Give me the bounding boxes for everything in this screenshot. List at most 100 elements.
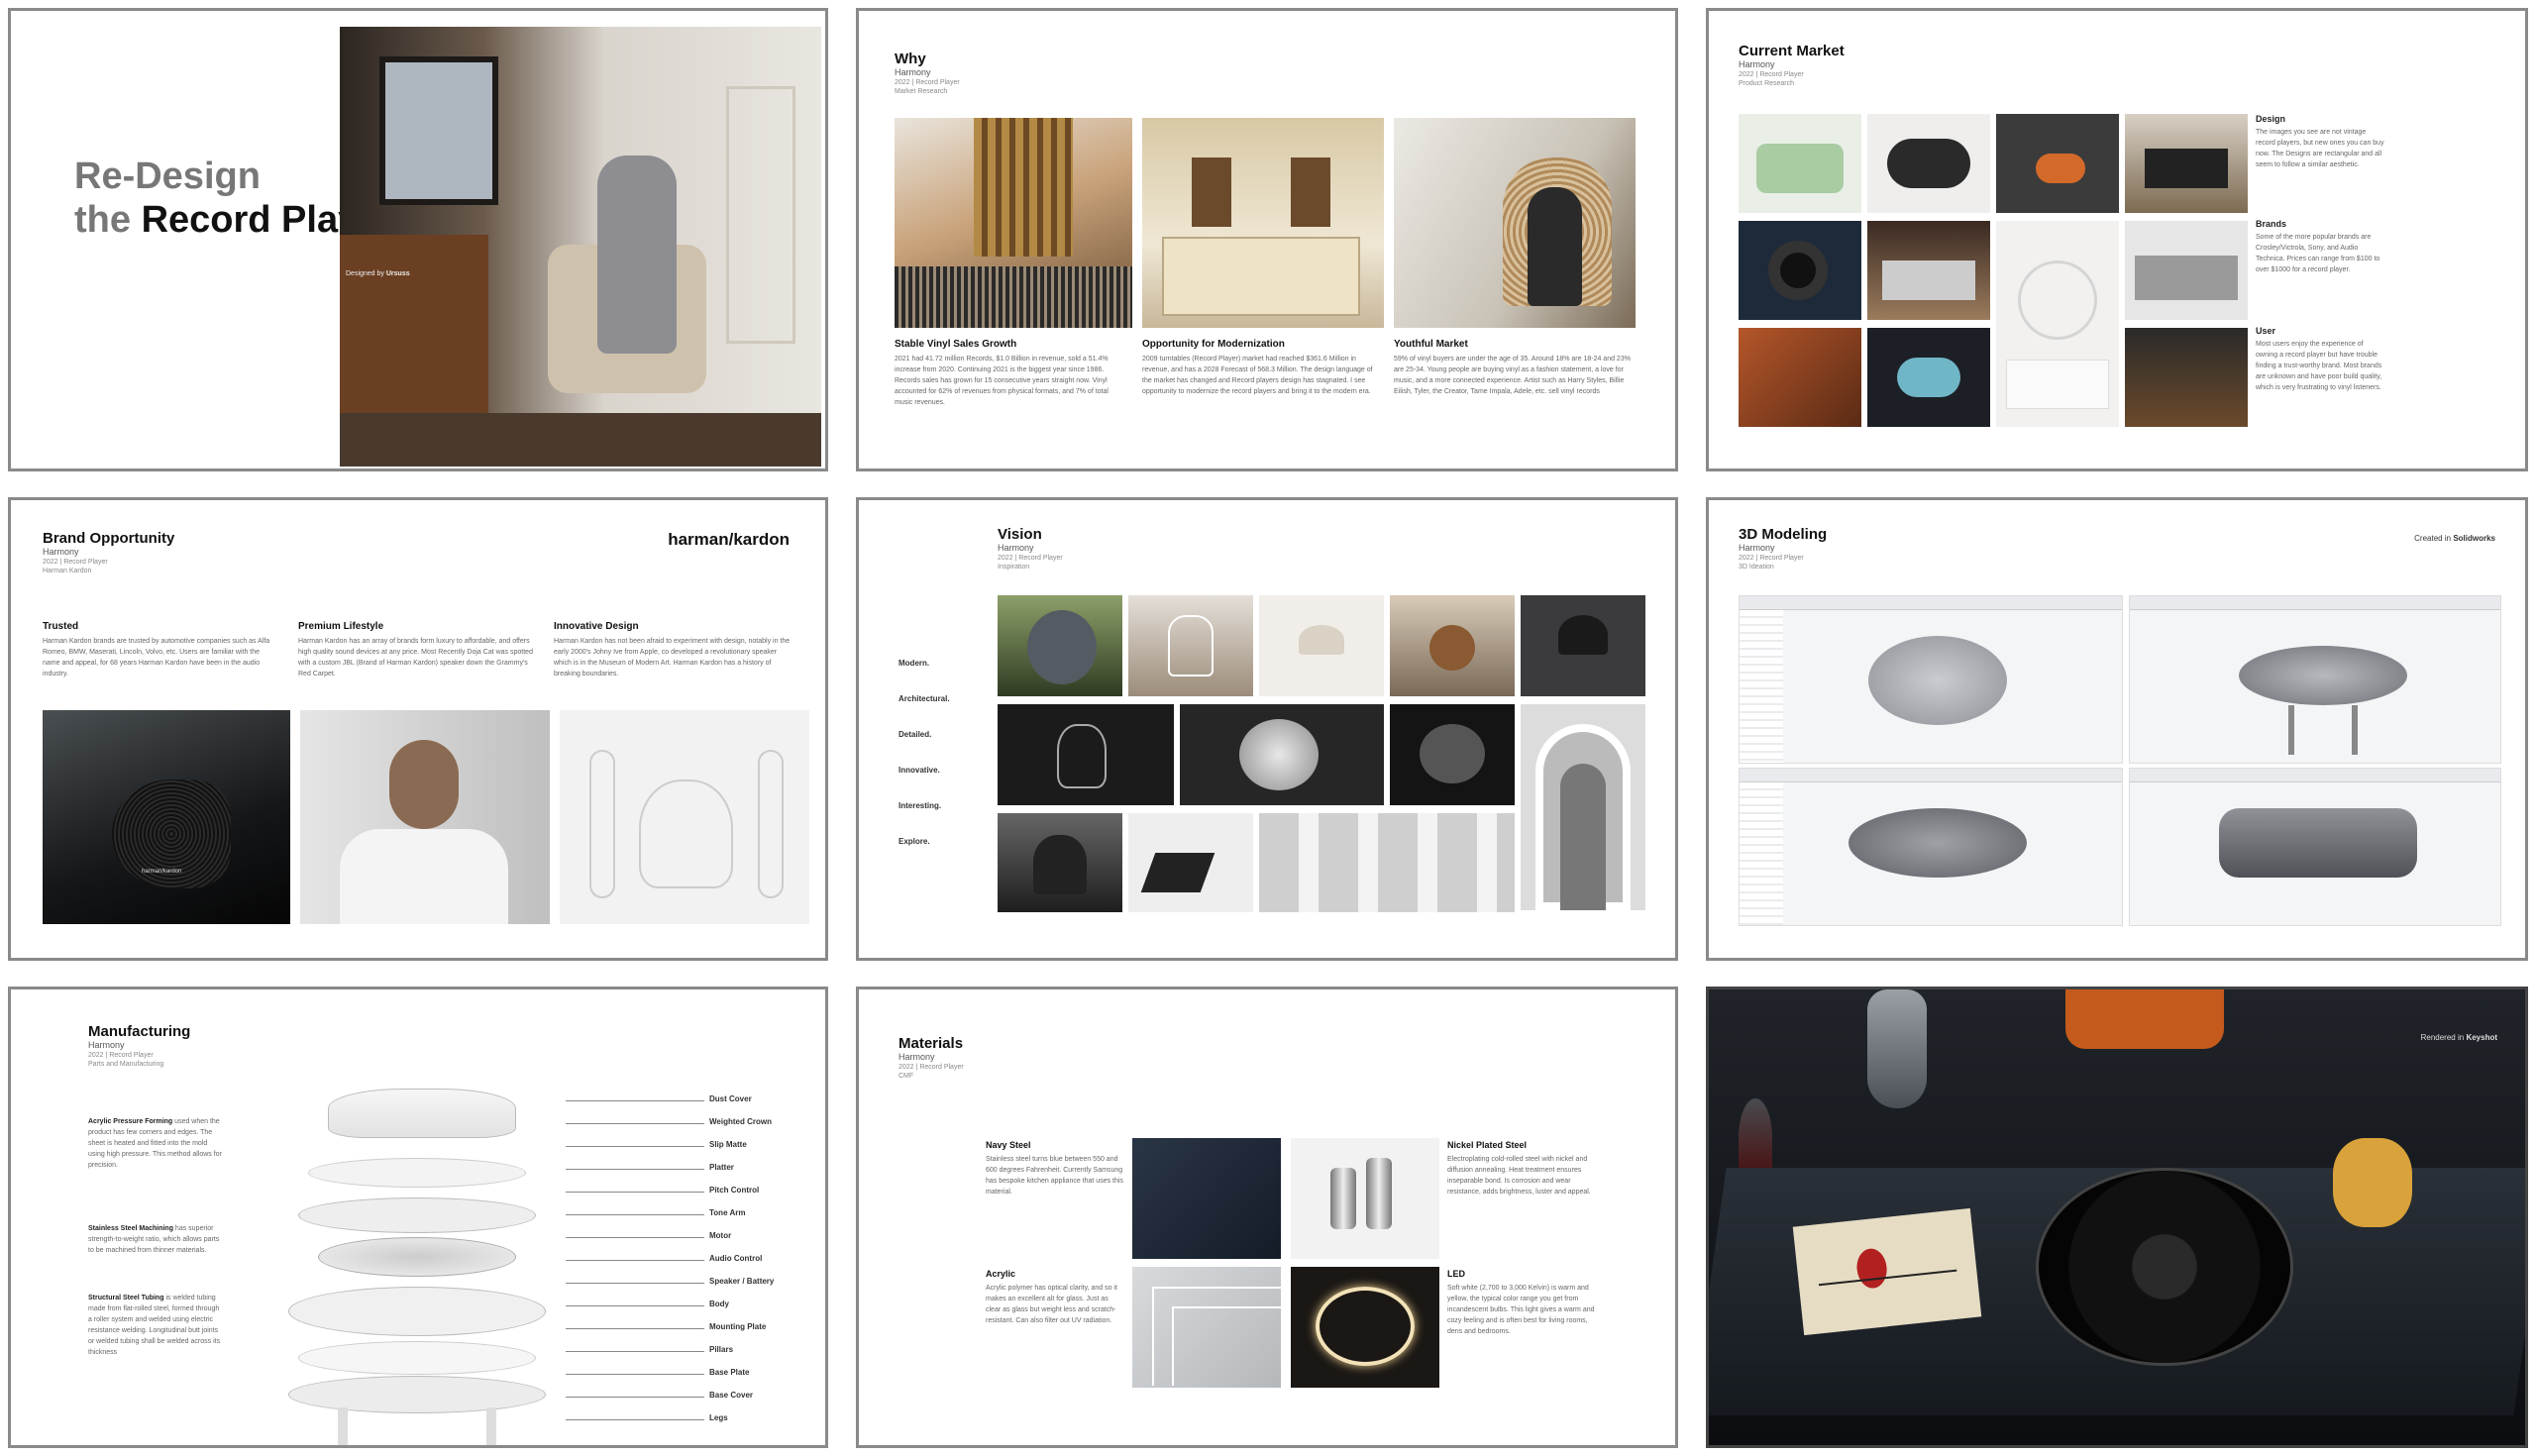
part-label-6: Tone Arm [709, 1208, 746, 1217]
aura [1057, 724, 1107, 788]
photo-soundsticks-speaker [560, 710, 809, 924]
part-label-2: Weighted Crown [709, 1117, 772, 1126]
speaker-brand-label: harman/kardon [142, 869, 182, 875]
slide-3d-modeling[interactable]: 3D Modeling Harmony 2022 | Record Player… [1706, 497, 2528, 961]
plaid-shirt [974, 118, 1073, 257]
vision-word-3: Detailed. [898, 730, 932, 739]
led-title: LED [1447, 1269, 1465, 1279]
section-name: 3D Ideation [1739, 564, 1774, 571]
project-meta: 2022 | Record Player [88, 1052, 154, 1059]
cylinder-1 [1330, 1168, 1356, 1229]
project-name: Harmony [1739, 543, 1775, 553]
product-photo-turntable-2 [1996, 114, 2119, 213]
inspo-tripod-speaker [1521, 595, 1645, 696]
slide-materials[interactable]: Materials Harmony 2022 | Record Player C… [856, 987, 1678, 1448]
vision-word-1: Modern. [898, 659, 930, 668]
sideboard [340, 235, 488, 413]
project-meta: 2022 | Record Player [1739, 555, 1804, 562]
part-label-5: Pitch Control [709, 1186, 760, 1195]
leader-2 [566, 1123, 704, 1124]
trusted-title: Trusted [43, 621, 79, 632]
body [288, 1287, 546, 1336]
leader-4 [566, 1169, 704, 1170]
col1-body: 2021 had 41.72 million Records, $1.0 Bil… [895, 356, 1109, 406]
vision-word-6: Explore. [898, 837, 930, 846]
leader-11 [566, 1328, 704, 1329]
part-label-1: Dust Cover [709, 1094, 752, 1103]
slide-why[interactable]: Why Harmony 2022 | Record Player Market … [856, 8, 1678, 471]
inspo-watch-closeup [1390, 704, 1515, 805]
brand-logo: harman/kardon [668, 530, 790, 549]
slide-final-render[interactable]: Rendered in Keyshot [1706, 987, 2528, 1448]
mounting-plate [298, 1341, 536, 1375]
cad-view-side [2129, 768, 2501, 926]
legs [2288, 705, 2358, 755]
acrylic-body: Acrylic polymer has optical clarity, and… [986, 1285, 1117, 1324]
slide-manufacturing[interactable]: Manufacturing Harmony 2022 | Record Play… [8, 987, 828, 1448]
project-name: Harmony [895, 67, 931, 77]
part-label-3: Slip Matte [709, 1140, 747, 1149]
section-name: Inspiration [998, 564, 1030, 571]
slide-brand-opportunity[interactable]: Brand Opportunity Harmony 2022 | Record … [8, 497, 828, 961]
swatch-nickel-steel [1291, 1138, 1439, 1259]
brands-heading: Brands [2256, 219, 2287, 229]
trusted-body: Harman Kardon brands are trusted by auto… [43, 638, 270, 677]
vision-word-5: Interesting. [898, 801, 942, 810]
part-label-11: Mounting Plate [709, 1322, 767, 1331]
deck [2135, 256, 2238, 300]
slide-redesign-title[interactable]: Re-Design the Record Player. Designed by… [8, 8, 828, 471]
cad-view-tonearm [2129, 595, 2501, 764]
project-meta: 2022 | Record Player [998, 555, 1063, 562]
inspo-watch-movement [1180, 704, 1384, 805]
slide-vision[interactable]: Vision Harmony 2022 | Record Player Insp… [856, 497, 1678, 961]
slide-title: Manufacturing [88, 1023, 191, 1040]
hero-photo-woman-armchair [340, 27, 821, 467]
feature-tree [1740, 782, 1783, 925]
leader-12 [566, 1351, 704, 1352]
deck [2145, 149, 2228, 188]
subwoofer-dome [639, 780, 733, 888]
slide-current-market[interactable]: Current Market Harmony 2022 | Record Pla… [1706, 8, 2528, 471]
cad-view-top [1739, 595, 2123, 764]
record [1768, 241, 1828, 300]
col3-body: 59% of vinyl buyers are under the age of… [1394, 356, 1631, 395]
leader-10 [566, 1305, 704, 1306]
leader-15 [566, 1419, 704, 1420]
slide-title: Brand Opportunity [43, 530, 175, 547]
project-name: Harmony [43, 547, 79, 557]
section-name: Product Research [1739, 80, 1795, 87]
acrylic-title: Acrylic [986, 1269, 1016, 1279]
inspo-glass-jar [1128, 595, 1253, 696]
project-name: Harmony [998, 543, 1034, 553]
inspo-arch-corridor [1521, 704, 1645, 910]
window [379, 56, 498, 205]
swatch-acrylic [1132, 1267, 1281, 1388]
tone-arm-assembly [318, 1237, 516, 1277]
render-record-player [2036, 1168, 2293, 1366]
white-turntable [2006, 360, 2109, 409]
part-label-4: Platter [709, 1163, 734, 1172]
section-name: CMF [898, 1073, 914, 1080]
cabinet [1162, 237, 1360, 316]
design-heading: Design [2256, 114, 2286, 124]
art-red [1854, 1247, 1889, 1291]
col1-title: Stable Vinyl Sales Growth [895, 339, 1017, 350]
part-label-8: Audio Control [709, 1254, 763, 1263]
lamp [1299, 625, 1344, 655]
photo-man-headphones [300, 710, 550, 924]
arch2 [1560, 764, 1606, 910]
col3-title: Youthful Market [1394, 339, 1468, 350]
photo-vinyl-browsing [895, 118, 1132, 328]
inspo-minimal-shapes [1128, 813, 1253, 912]
floor [340, 413, 821, 467]
part-label-14: Base Cover [709, 1391, 754, 1400]
section-name: Market Research [895, 88, 948, 95]
art-lines [1818, 1269, 1957, 1287]
photo-young-woman-listening [1394, 118, 1636, 328]
dome [1033, 835, 1087, 894]
innovative-title: Innovative Design [554, 621, 639, 632]
woman [597, 156, 677, 354]
cad-view-exploded [1739, 768, 2123, 926]
slide-title: 3D Modeling [1739, 526, 1828, 543]
swatch-led [1291, 1267, 1439, 1388]
